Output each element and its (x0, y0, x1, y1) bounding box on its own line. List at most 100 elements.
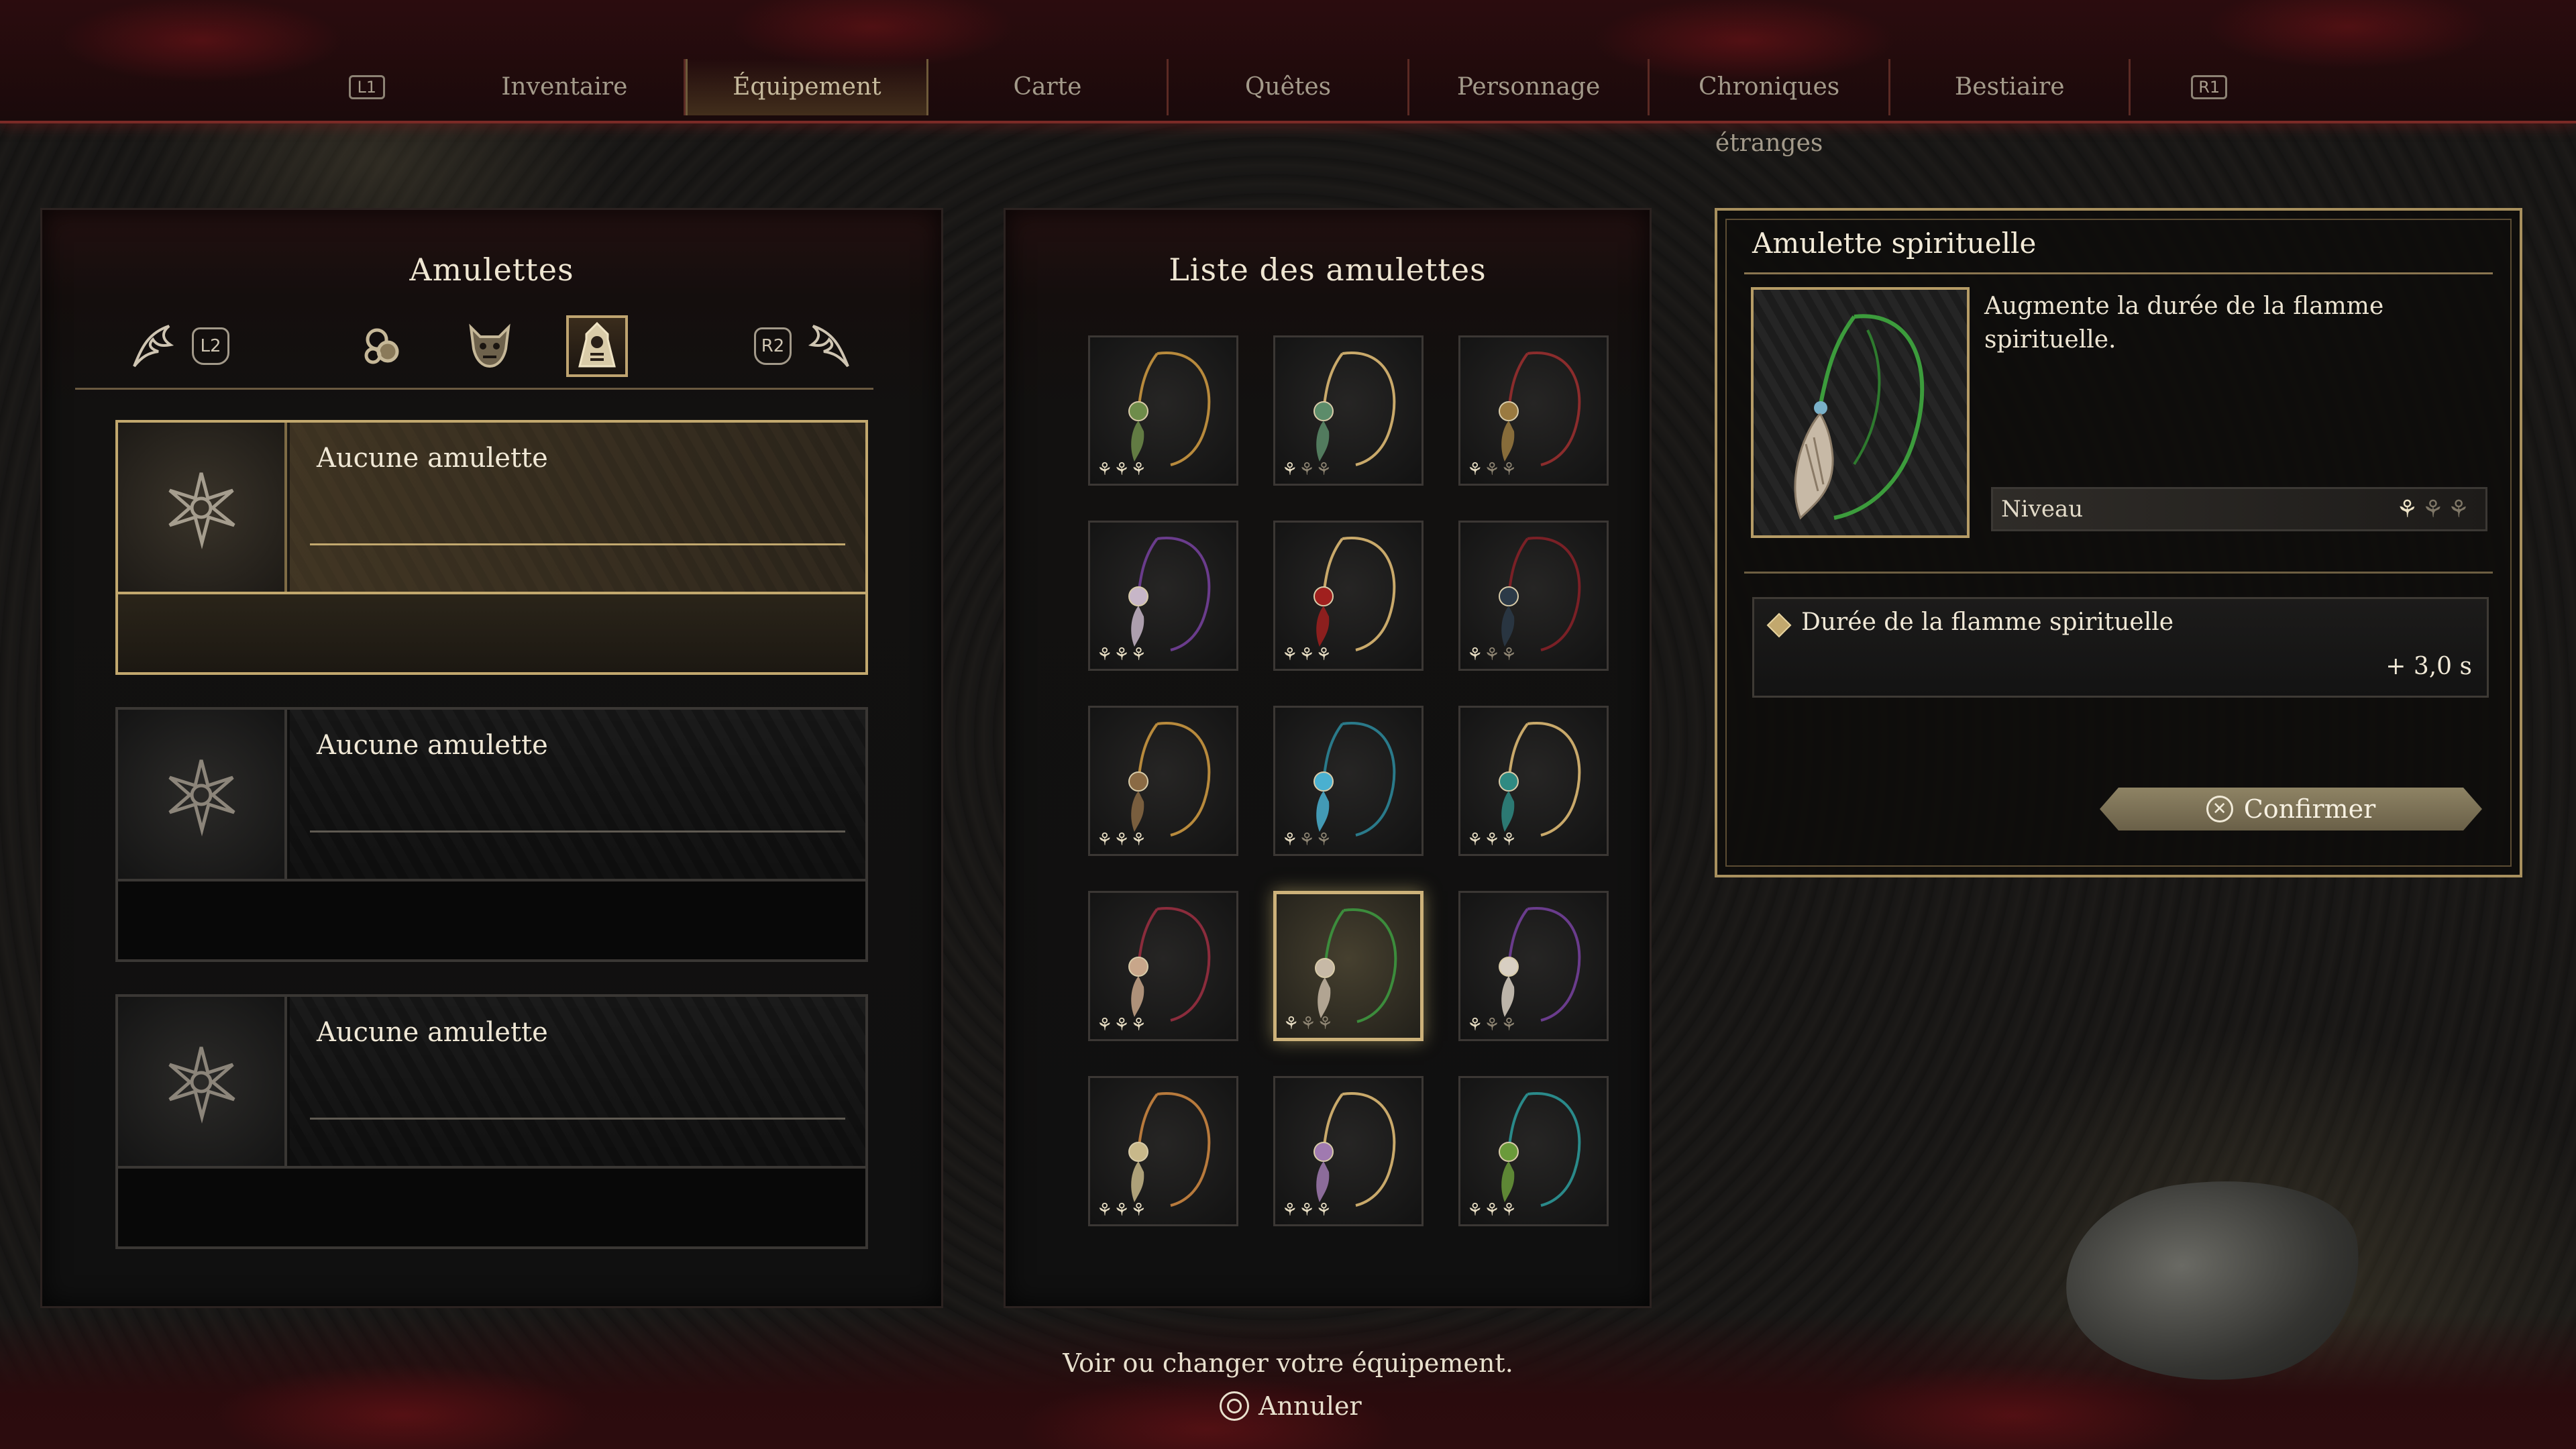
level-pip-icon: ⚘ (2396, 496, 2422, 523)
spiral-amulet-icon (1499, 351, 1581, 466)
tab-carte[interactable]: Carte (928, 59, 1169, 115)
detail-title: Amulette spirituelle (1752, 227, 2037, 260)
level-pip-icon: ⚘ (1501, 1015, 1518, 1035)
level-pip-icon: ⚘ (1317, 1014, 1334, 1034)
main-menu-tabs: L1 Inventaire Équipement Carte Quêtes Pe… (335, 59, 2241, 157)
green-spiral-amulet-icon (1499, 1091, 1581, 1207)
amulet-cell[interactable]: ⚘⚘⚘ (1088, 521, 1238, 671)
slot-stats-area (118, 1166, 865, 1246)
divider (310, 830, 845, 833)
amulet-category-icon[interactable] (566, 315, 628, 377)
empty-slot-icon (118, 710, 287, 879)
fox-tail-red-amulet-icon (1128, 906, 1211, 1022)
item-level-pips: ⚘⚘⚘ (1097, 460, 1148, 480)
l2-button-icon[interactable]: L2 (192, 327, 229, 365)
level-pip-icon: ⚘ (1282, 645, 1299, 665)
level-pip-icon: ⚘ (1316, 460, 1333, 480)
level-pip-icon: ⚘ (1501, 1200, 1518, 1220)
tab-personnage[interactable]: Personnage (1409, 59, 1650, 115)
amulet-cell[interactable]: ⚘⚘⚘ (1458, 335, 1609, 486)
level-row: Niveau ⚘⚘⚘ (1991, 487, 2487, 531)
confirm-button[interactable]: ✕ Confirmer (2100, 788, 2482, 830)
level-pip-icon: ⚘ (1097, 460, 1114, 480)
level-pip-icon: ⚘ (1299, 830, 1316, 850)
green-orb-amulet-icon (1128, 351, 1211, 466)
amulet-cell[interactable]: ⚘⚘⚘ (1273, 891, 1424, 1041)
amulet-cell[interactable]: ⚘⚘⚘ (1458, 706, 1609, 856)
tab-quetes[interactable]: Quêtes (1169, 59, 1409, 115)
footer-hint: Voir ou changer votre équipement. (1063, 1348, 1513, 1378)
level-label: Niveau (2001, 496, 2084, 523)
slot-stats-area (118, 879, 865, 959)
cancel-button[interactable]: Annuler (1220, 1391, 1362, 1421)
slot-label: Aucune amulette (317, 1017, 548, 1048)
item-level-pips: ⚘⚘⚘ (1282, 645, 1333, 665)
level-pip-icon: ⚘ (1467, 460, 1485, 480)
stat-name: Durée de la flamme spirituelle (1801, 608, 2174, 636)
fox-tail-purple-amulet-icon (1499, 906, 1581, 1022)
amulet-detail-panel: Amulette spirituelle Augmente la durée d… (1715, 208, 2522, 877)
amulet-cell[interactable]: ⚘⚘⚘ (1458, 1076, 1609, 1226)
r1-button-icon[interactable]: R1 (2191, 75, 2227, 99)
level-pip-icon: ⚘ (1114, 1015, 1131, 1035)
amulet-slot-1[interactable]: Aucune amulette (115, 420, 868, 675)
circle-button-icon (1220, 1391, 1249, 1421)
stat-value: + 3,0 s (2385, 653, 2472, 680)
level-pips: ⚘⚘⚘ (2396, 496, 2473, 523)
amulet-cell[interactable]: ⚘⚘⚘ (1273, 1076, 1424, 1226)
level-pip-icon: ⚘ (1114, 460, 1131, 480)
level-pip-icon: ⚘ (1299, 460, 1316, 480)
empty-slot-icon (118, 423, 287, 592)
item-level-pips: ⚘⚘⚘ (1467, 830, 1518, 850)
amulet-slot-3[interactable]: Aucune amulette (115, 994, 868, 1249)
tab-inventaire[interactable]: Inventaire (445, 59, 686, 115)
amulet-slot-2[interactable]: Aucune amulette (115, 707, 868, 962)
l1-button-icon[interactable]: L1 (349, 75, 385, 99)
amulet-cell[interactable]: ⚘⚘⚘ (1273, 521, 1424, 671)
tab-bestiaire[interactable]: Bestiaire (1890, 59, 2131, 115)
left-wing-icon (133, 325, 174, 368)
amulet-cell[interactable]: ⚘⚘⚘ (1088, 335, 1238, 486)
level-pip-icon: ⚘ (1114, 1200, 1131, 1220)
category-selector: L2 R2 (75, 307, 873, 390)
level-pip-icon: ⚘ (1467, 1015, 1485, 1035)
slot-stats-area (118, 592, 865, 672)
detail-description: Augmente la durée de la flamme spirituel… (1984, 292, 2384, 354)
level-pip-icon: ⚘ (1467, 645, 1485, 665)
amulet-cell[interactable]: ⚘⚘⚘ (1088, 891, 1238, 1041)
teal-orb-amulet-icon (1499, 721, 1581, 837)
tab-equipement[interactable]: Équipement (686, 59, 928, 115)
amulet-cell[interactable]: ⚘⚘⚘ (1273, 706, 1424, 856)
amulet-cell[interactable]: ⚘⚘⚘ (1458, 891, 1609, 1041)
level-pip-icon: ⚘ (1484, 460, 1501, 480)
item-level-pips: ⚘⚘⚘ (1097, 645, 1148, 665)
level-pip-icon: ⚘ (1283, 1014, 1301, 1034)
green-pouch-amulet-icon (1313, 351, 1396, 466)
item-level-pips: ⚘⚘⚘ (1467, 1200, 1518, 1220)
slot-label: Aucune amulette (317, 730, 548, 761)
panel-title: Amulettes (409, 252, 574, 288)
brown-pouch-amulet-icon (1128, 721, 1211, 837)
item-level-pips: ⚘⚘⚘ (1097, 1200, 1148, 1220)
tab-chroniques-etranges[interactable]: Chroniques étranges (1650, 59, 1890, 157)
level-pip-icon: ⚘ (1130, 830, 1148, 850)
item-level-pips: ⚘⚘⚘ (1097, 830, 1148, 850)
mask-category-icon[interactable] (459, 315, 521, 377)
amulet-cell[interactable]: ⚘⚘⚘ (1458, 521, 1609, 671)
level-pip-icon: ⚘ (1501, 460, 1518, 480)
talisman-category-icon[interactable] (352, 315, 413, 377)
amulet-cell[interactable]: ⚘⚘⚘ (1088, 1076, 1238, 1226)
r2-button-icon[interactable]: R2 (754, 327, 792, 365)
equipment-screen: L1 Inventaire Équipement Carte Quêtes Pe… (0, 0, 2576, 1449)
slot-label: Aucune amulette (317, 443, 548, 474)
level-pip-icon: ⚘ (1467, 830, 1485, 850)
item-level-pips: ⚘⚘⚘ (1282, 830, 1333, 850)
amulet-cell[interactable]: ⚘⚘⚘ (1088, 706, 1238, 856)
amulet-cell[interactable]: ⚘⚘⚘ (1273, 335, 1424, 486)
amulet-grid: ⚘⚘⚘ ⚘⚘⚘ ⚘⚘⚘ ⚘⚘⚘ ⚘⚘⚘ ⚘⚘⚘ ⚘⚘⚘ ⚘⚘⚘ ⚘⚘⚘ ⚘⚘⚘ ⚘⚘⚘ ⚘⚘⚘ ⚘⚘⚘ ⚘… (1088, 335, 1611, 1234)
item-level-pips: ⚘⚘⚘ (1467, 645, 1518, 665)
level-pip-icon: ⚘ (1299, 645, 1316, 665)
level-pip-icon: ⚘ (1130, 1015, 1148, 1035)
level-pip-icon: ⚘ (1130, 460, 1148, 480)
level-pip-icon: ⚘ (1484, 830, 1501, 850)
